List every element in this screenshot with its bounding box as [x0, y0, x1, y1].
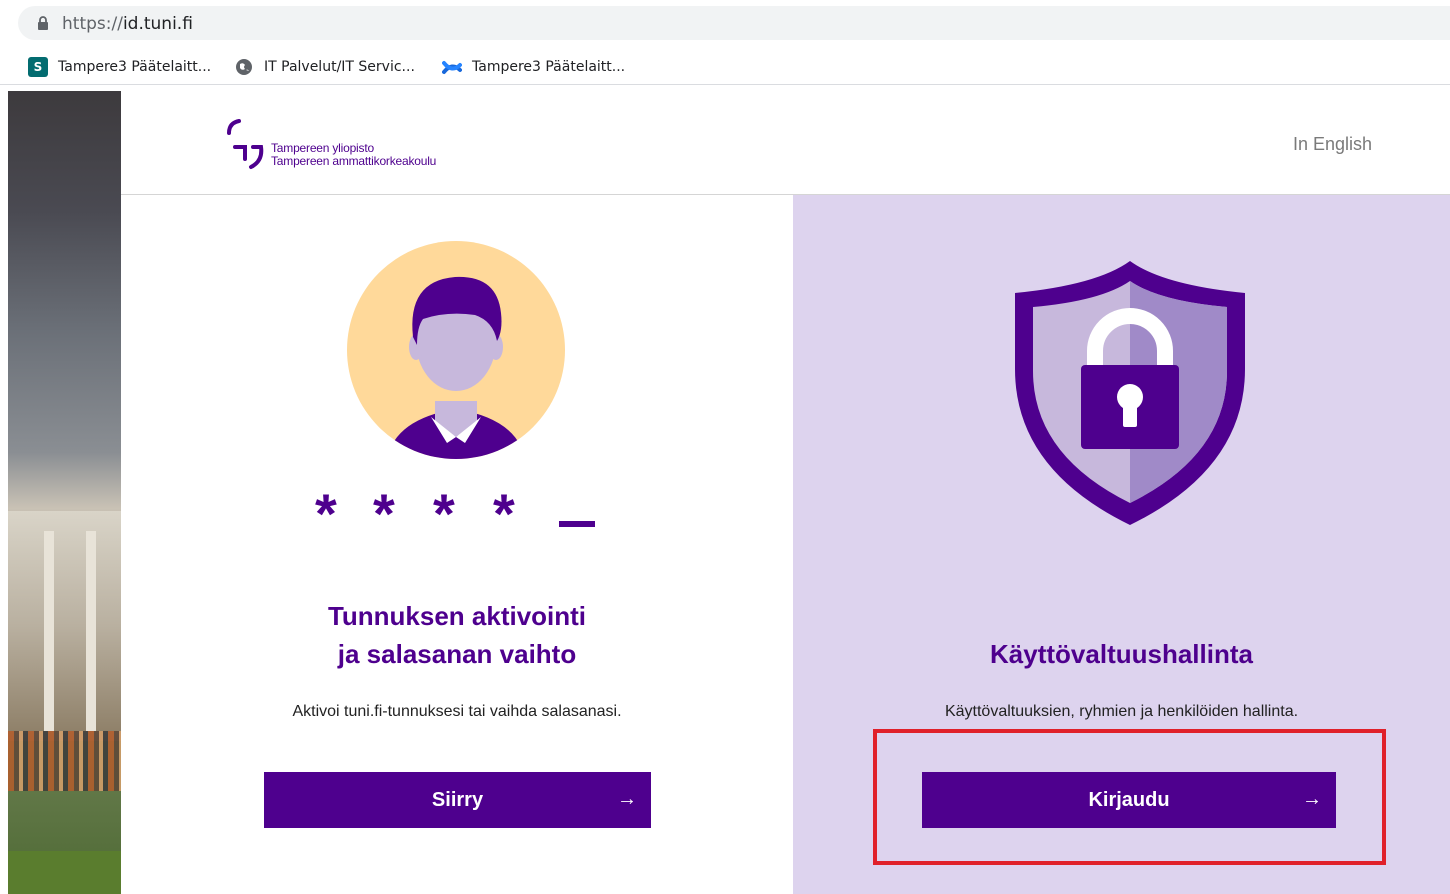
- card-activation: * * * * Tunnuksen aktivointi ja salasana…: [121, 195, 793, 894]
- url-host: id.tuni.fi: [122, 14, 193, 34]
- card-description: Käyttövaltuuksien, ryhmien ja henkilöide…: [944, 703, 1299, 720]
- bookmark-item[interactable]: IT Palvelut/IT Servic...: [234, 56, 415, 78]
- svg-text:*: *: [373, 482, 395, 537]
- globe-icon: [236, 59, 252, 75]
- url-text[interactable]: https://id.tuni.fi: [62, 14, 193, 34]
- arrow-right-icon: →: [617, 788, 637, 810]
- card-title-line: ja salasanan vaihto: [337, 639, 577, 669]
- pillar-image: [44, 531, 54, 731]
- browser-address-bar: https://id.tuni.fi: [0, 0, 1450, 44]
- button-label: Siirry: [431, 788, 484, 811]
- card-description: Aktivoi tuni.fi-tunnuksesi tai vaihda sa…: [292, 703, 622, 720]
- password-asterisks-icon: * * * *: [315, 482, 595, 537]
- logo-text-uas[interactable]: Tampereen ammattikorkeakoulu: [271, 154, 436, 168]
- siirry-button[interactable]: Siirry →: [264, 772, 651, 828]
- shield-lock-icon: [1015, 261, 1245, 525]
- kirjaudu-button[interactable]: Kirjaudu →: [922, 772, 1336, 828]
- card-access-management: Käyttövaltuushallinta Käyttövaltuuksien,…: [793, 195, 1450, 894]
- logo-text-university[interactable]: Tampereen yliopisto: [271, 141, 374, 155]
- crowd-image: [8, 731, 121, 791]
- bookmark-item[interactable]: S Tampere3 Päätelaitt...: [28, 56, 211, 78]
- site-header: Tampereen yliopisto Tampereen ammattikor…: [121, 91, 1450, 195]
- card-title: Tunnuksen aktivointi ja salasanan vaihto: [121, 597, 793, 673]
- url-scheme: https://: [62, 14, 123, 34]
- svg-text:*: *: [433, 482, 455, 537]
- button-label: Kirjaudu: [1088, 788, 1170, 811]
- svg-text:*: *: [493, 482, 515, 537]
- background-photo: [8, 91, 121, 894]
- url-field[interactable]: https://id.tuni.fi: [18, 6, 1450, 40]
- tuni-logo-icon[interactable]: [225, 117, 265, 171]
- building-image: [8, 511, 121, 741]
- bookmark-label: IT Palvelut/IT Servic...: [264, 59, 415, 75]
- bookmark-item[interactable]: Tampere3 Päätelaitt...: [442, 56, 625, 78]
- bookmark-label: Tampere3 Päätelaitt...: [472, 59, 626, 75]
- user-password-icon: [347, 241, 565, 459]
- confluence-icon: [442, 61, 462, 74]
- lock-icon[interactable]: [36, 15, 50, 31]
- pillar-image: [86, 531, 96, 731]
- card-title: Käyttövaltuushallinta: [990, 639, 1253, 669]
- language-link[interactable]: In English: [1293, 134, 1372, 155]
- sharepoint-icon: S: [28, 57, 48, 77]
- bookmark-label: Tampere3 Päätelaitt...: [58, 59, 212, 75]
- arrow-right-icon: →: [1302, 788, 1322, 810]
- card-title-line: Tunnuksen aktivointi: [327, 601, 587, 631]
- bookmarks-bar: S Tampere3 Päätelaitt... IT Palvelut/IT …: [0, 50, 1450, 85]
- grass-image: [8, 851, 121, 894]
- svg-text:*: *: [315, 482, 337, 537]
